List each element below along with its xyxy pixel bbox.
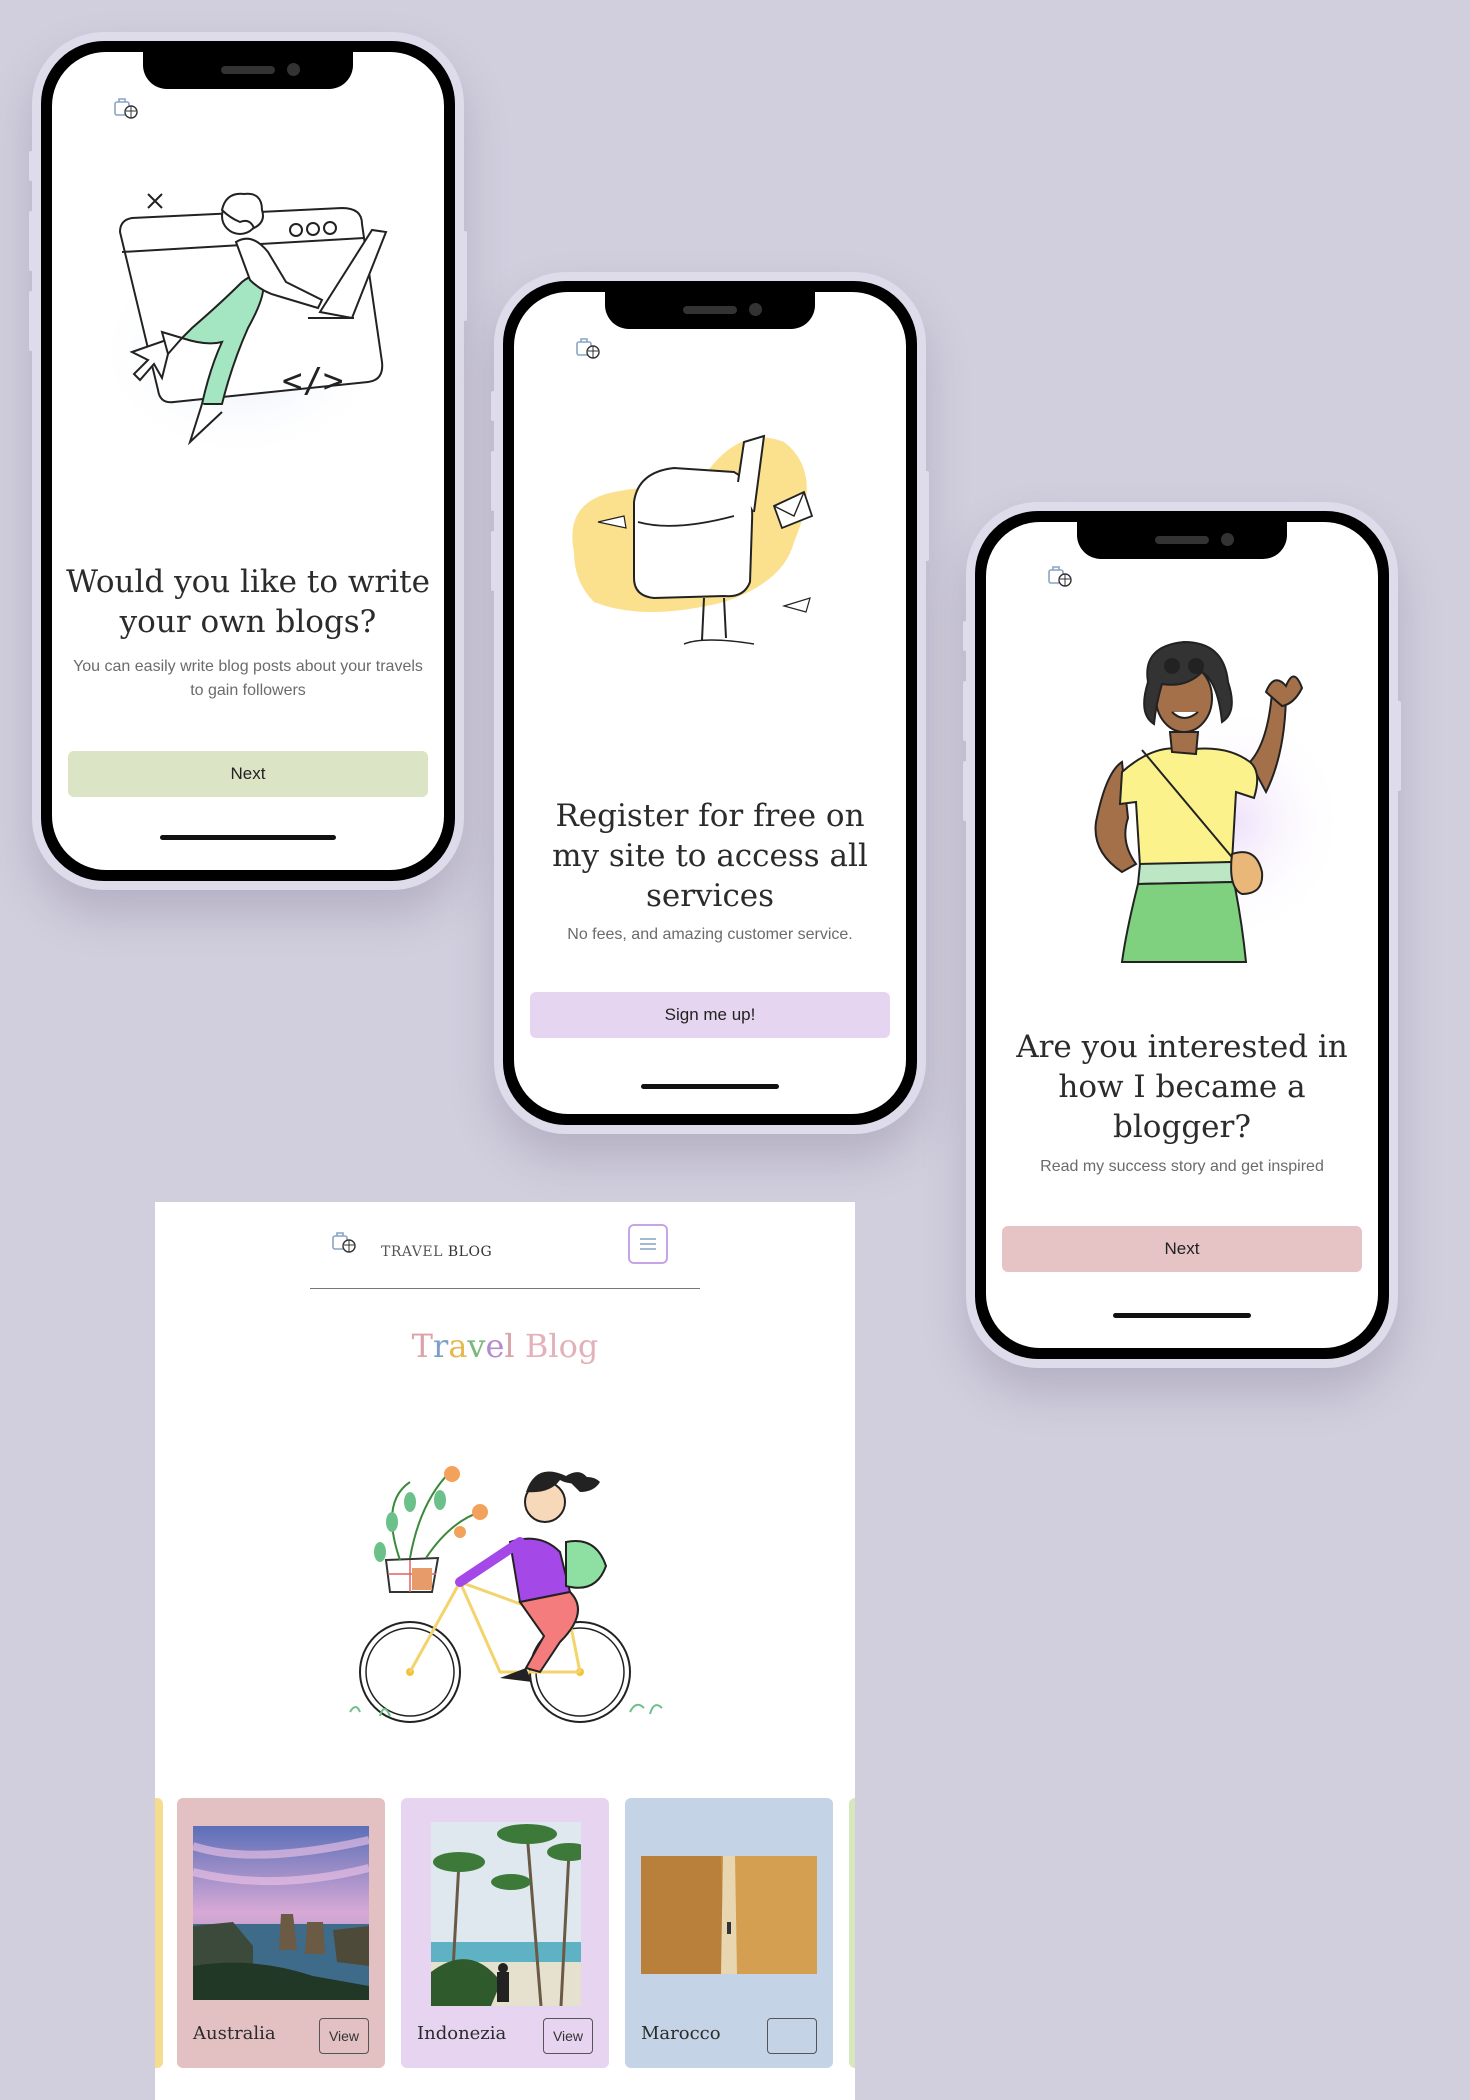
destination-card-australia[interactable]: Australia View <box>177 1798 385 2068</box>
title-letter: e <box>485 1327 505 1365</box>
notch <box>143 52 353 89</box>
destination-card-indonezia[interactable]: Indonezia View <box>401 1798 609 2068</box>
onboarding-subtitle: No fees, and amazing customer service. <box>567 926 853 943</box>
card-title: Indonezia <box>417 2023 507 2044</box>
phone-screen-1: </> Would you like to write your own blo… <box>29 32 467 890</box>
next-button[interactable]: Next <box>68 751 428 797</box>
title-letter: r <box>433 1327 449 1365</box>
edge-card-left <box>155 1798 163 2068</box>
notch <box>1077 522 1287 559</box>
hamburger-menu-button[interactable] <box>628 1224 668 1264</box>
card-title: Australia <box>193 2023 276 2044</box>
title-letter: v <box>467 1327 486 1365</box>
sign-up-button[interactable]: Sign me up! <box>530 992 890 1038</box>
coder-illustration: </> <box>92 192 392 462</box>
title-letter: B <box>524 1327 549 1365</box>
travel-blog-website: TRAVEL BLOG Travel Blog Australia View I… <box>155 1202 855 2100</box>
view-button[interactable] <box>767 2018 817 2054</box>
onboarding-subtitle: Read my success story and get inspired <box>1040 1158 1324 1175</box>
woman-ok-gesture-illustration <box>1094 640 1346 963</box>
onboarding-subtitle: You can easily write blog posts about yo… <box>73 658 423 699</box>
marocco-photo <box>641 1856 817 1974</box>
onboarding-title: Are you interested in how I became a blo… <box>1016 1029 1348 1145</box>
title-letter: T <box>411 1327 434 1365</box>
phone-screen-2: Register for free on my site to access a… <box>491 272 929 1134</box>
phone-screen-3: Are you interested in how I became a blo… <box>963 502 1401 1368</box>
title-letter: g <box>577 1327 599 1365</box>
home-indicator <box>641 1084 779 1089</box>
hamburger-menu-icon <box>640 1238 656 1250</box>
view-button[interactable]: View <box>543 2018 593 2054</box>
notch <box>605 292 815 329</box>
next-button[interactable]: Next <box>1002 1226 1362 1272</box>
indonezia-photo <box>431 1822 581 2006</box>
luggage-globe-icon <box>1048 566 1072 587</box>
australia-photo <box>193 1826 369 2000</box>
home-indicator <box>160 835 336 840</box>
onboarding-title: Register for free on my site to access a… <box>552 798 868 914</box>
onboarding-title: Would you like to write your own blogs? <box>66 564 430 640</box>
title-letter: a <box>448 1327 468 1365</box>
site-brand[interactable]: TRAVEL BLOG <box>381 1244 492 1260</box>
site-title: Travel Blog <box>155 1327 855 1365</box>
view-button[interactable]: View <box>319 2018 369 2054</box>
title-letter: o <box>558 1327 578 1365</box>
svg-text:</>: </> <box>282 361 343 401</box>
cyclist-illustration <box>349 1466 663 1723</box>
title-letter: l <box>548 1327 559 1365</box>
title-letter: l <box>504 1327 515 1365</box>
card-title: Marocco <box>641 2023 721 2044</box>
destination-card-marocco[interactable]: Marocco <box>625 1798 833 2068</box>
luggage-globe-icon <box>332 1232 356 1253</box>
luggage-globe-icon <box>114 98 138 119</box>
luggage-globe-icon <box>576 338 600 359</box>
site-navbar: TRAVEL BLOG <box>310 1224 700 1289</box>
home-indicator <box>1113 1313 1251 1318</box>
title-letter <box>515 1327 525 1365</box>
mailbox-illustration <box>572 434 814 645</box>
edge-card-right <box>849 1798 855 2068</box>
